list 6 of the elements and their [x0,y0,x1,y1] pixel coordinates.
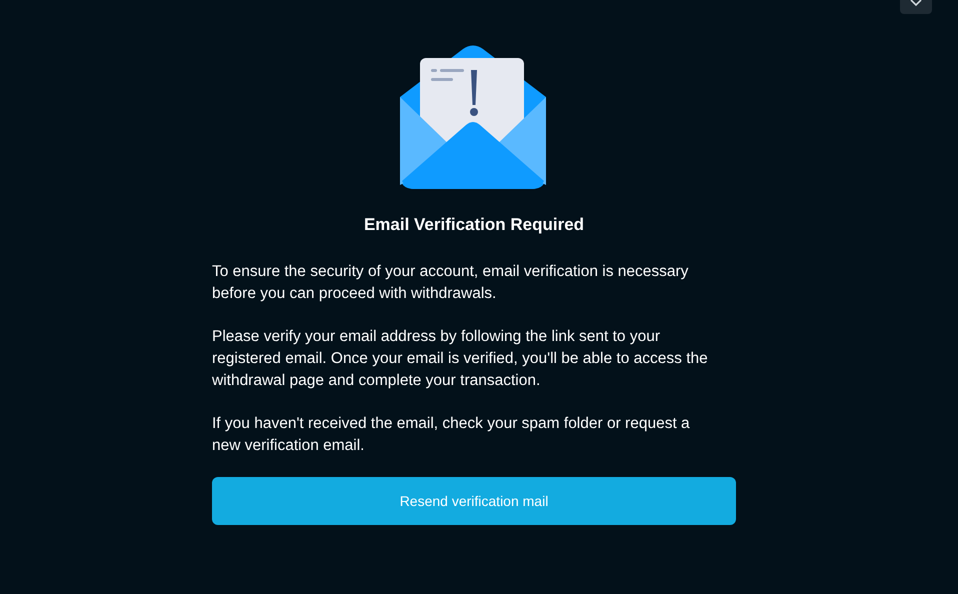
modal-paragraph: To ensure the security of your account, email verification is necessary before you can proceed with withdrawals. [212,262,690,304]
envelope-icon [400,45,546,189]
modal-title: Email Verification Required [364,215,584,235]
modal-paragraph: Please verify your email address by following the link sent to your registered email. Once your email is verified, you'll be able to access the withdrawal page and complete your transaction. [212,327,709,391]
resend-button[interactable]: Resend verification mail [212,477,736,525]
modal-paragraph: If you haven't received the email, check your spam folder or request a new verification email. [212,414,691,456]
